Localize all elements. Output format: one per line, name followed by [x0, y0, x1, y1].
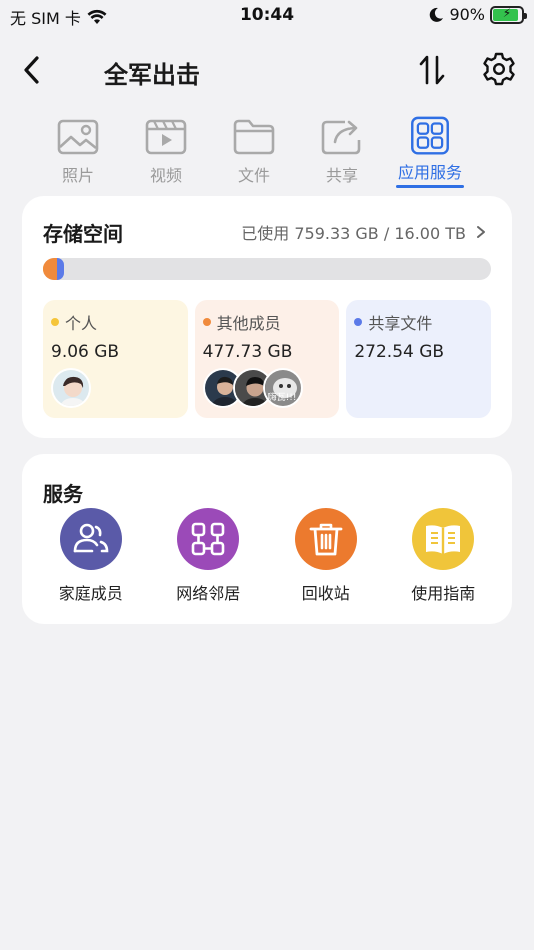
tab-bar: 照片 视频 文件 共享 应用服务 [34, 116, 510, 188]
legend-dot [354, 318, 363, 326]
services-grid: 家庭成员 网络邻居 回收站 使用指南 [22, 508, 512, 604]
storage-card: 存储空间 已使用 759.33 GB / 16.00 TB 个人 9.06 GB [22, 196, 512, 438]
battery-percent: 90% [449, 5, 485, 24]
tab-app-services[interactable]: 应用服务 [386, 116, 474, 188]
avatar-group: 嗨瓦!!! [202, 368, 303, 408]
moon-icon [430, 7, 444, 22]
tab-videos[interactable]: 视频 [122, 116, 210, 188]
service-recycle-bin[interactable]: 回收站 [271, 508, 381, 604]
sort-button[interactable] [416, 53, 448, 87]
tab-share[interactable]: 共享 [298, 116, 386, 188]
avatar: 嗨瓦!!! [262, 368, 303, 408]
service-user-guide[interactable]: 使用指南 [388, 508, 498, 604]
box-value: 477.73 GB [202, 342, 293, 362]
legend-dot [51, 318, 59, 326]
storage-segment [43, 258, 57, 280]
status-right: 90% ⚡ [428, 5, 527, 24]
active-tab-indicator [396, 185, 464, 188]
tab-label: 共享 [325, 166, 358, 185]
settings-button[interactable] [482, 51, 516, 87]
header: 全军出击 [0, 45, 534, 95]
box-label: 其他成员 [216, 314, 281, 333]
storage-used-text: 已使用 759.33 GB / 16.00 TB [241, 224, 466, 243]
video-icon [145, 119, 187, 155]
guide-book-icon [426, 525, 461, 554]
chevron-right-icon [477, 226, 485, 238]
battery-icon: ⚡ [490, 5, 527, 24]
storage-box-shared-files[interactable]: 共享文件 272.54 GB [346, 300, 492, 418]
tab-photos[interactable]: 照片 [34, 116, 122, 188]
service-label: 家庭成员 [58, 584, 123, 603]
box-value: 9.06 GB [51, 342, 120, 362]
storage-segment [56, 258, 65, 280]
app-grid-icon [411, 116, 449, 155]
family-members-icon [73, 523, 109, 553]
service-family-members[interactable]: 家庭成员 [36, 508, 146, 604]
storage-used-link[interactable]: 已使用 759.33 GB / 16.00 TB [241, 220, 486, 244]
tab-label: 应用服务 [397, 163, 462, 183]
service-label: 回收站 [301, 584, 350, 603]
storage-progress-bar [43, 258, 491, 280]
storage-title: 存储空间 [43, 222, 123, 246]
gear-icon [483, 52, 515, 86]
status-bar: 无 SIM 卡 10:44 90% ⚡ [0, 0, 534, 30]
service-icon-circle [294, 508, 357, 570]
service-label: 网络邻居 [176, 584, 241, 603]
storage-breakdown: 个人 9.06 GB 其他成员 477.73 GB 嗨瓦!!! 共享文件 272… [43, 300, 492, 418]
avatar-overlay-text: 嗨瓦!!! [267, 393, 297, 403]
avatar-group [51, 368, 91, 408]
tab-files[interactable]: 文件 [210, 116, 298, 188]
legend-dot [202, 318, 211, 326]
page-title: 全军出击 [104, 61, 200, 89]
service-network-neighbor[interactable]: 网络邻居 [153, 508, 263, 604]
photo-icon [57, 119, 99, 155]
service-label: 使用指南 [411, 584, 476, 603]
trash-icon [309, 523, 343, 556]
services-title: 服务 [43, 482, 83, 506]
folder-icon [233, 119, 275, 155]
network-neighbor-icon [191, 522, 225, 556]
tab-label: 照片 [61, 166, 94, 185]
back-button[interactable] [18, 53, 48, 87]
box-label: 共享文件 [368, 314, 433, 333]
storage-box-other-members[interactable]: 其他成员 477.73 GB 嗨瓦!!! [194, 300, 340, 418]
box-value: 272.54 GB [354, 342, 445, 362]
avatar [51, 368, 91, 408]
chevron-left-icon [24, 56, 39, 84]
service-icon-circle [177, 508, 240, 570]
service-icon-circle [59, 508, 122, 570]
service-icon-circle [412, 508, 475, 570]
sort-arrows-icon [419, 55, 445, 85]
tab-label: 视频 [149, 166, 182, 185]
storage-box-personal[interactable]: 个人 9.06 GB [43, 300, 188, 418]
share-icon [321, 120, 361, 155]
tab-label: 文件 [237, 166, 270, 185]
box-label: 个人 [65, 314, 98, 333]
services-card: 服务 家庭成员 网络邻居 回收站 使用指南 [22, 454, 512, 624]
